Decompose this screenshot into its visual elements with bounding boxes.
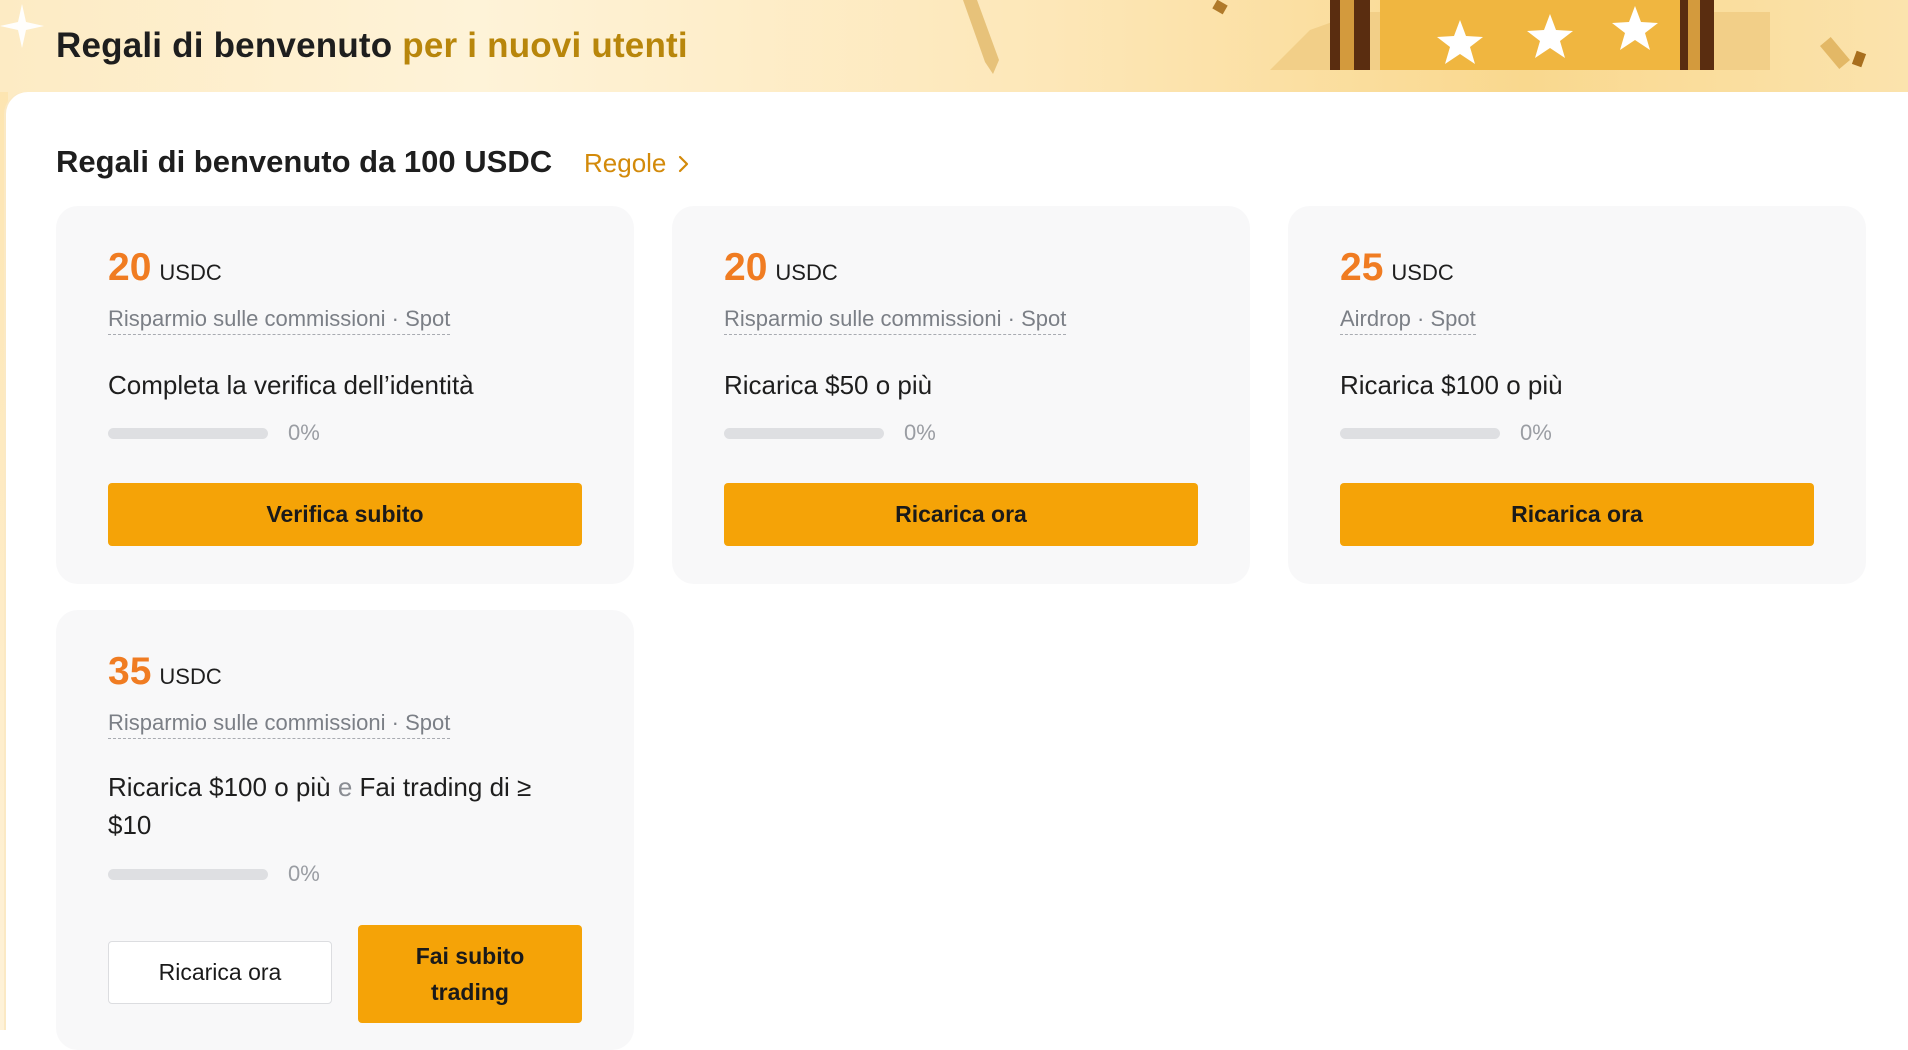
task-progress: 0%: [1340, 420, 1552, 446]
rules-link-label: Regole: [584, 148, 667, 178]
confetti-icon: [1820, 37, 1867, 69]
reward-amount-unit: USDC: [775, 260, 838, 285]
reward-amount-value: 25: [1340, 246, 1384, 289]
reward-amount-unit: USDC: [159, 664, 222, 689]
reward-amount-unit: USDC: [159, 260, 222, 285]
reward-amount-value: 20: [724, 246, 768, 289]
reward-type-tag[interactable]: Risparmio sulle commissioni · Spot: [724, 306, 1067, 335]
task-progress: 0%: [108, 420, 320, 446]
task-description: Ricarica $50 o più: [724, 370, 933, 400]
progress-percent: 0%: [1520, 420, 1552, 445]
deposit-now-button[interactable]: Ricarica ora: [724, 483, 1198, 546]
reward-card-deposit-and-trade: 35 USDC Risparmio sulle commissioni · Sp…: [56, 610, 634, 1050]
reward-card-deposit-50: 20 USDC Risparmio sulle commissioni · Sp…: [672, 206, 1250, 584]
progress-bar: [724, 427, 884, 439]
reward-amount: 25 USDC: [1340, 246, 1454, 290]
task-description: Completa la verifica dell’identità: [108, 370, 474, 400]
progress-percent: 0%: [288, 861, 320, 886]
section-title: Regali di benvenuto da 100 USDC: [56, 144, 553, 179]
task-description: Ricarica $100 o più e Fai trading di ≥ $…: [108, 768, 578, 844]
rules-link[interactable]: Regole: [584, 148, 690, 179]
reward-type-tag[interactable]: Airdrop · Spot: [1340, 306, 1476, 335]
progress-bar: [1340, 427, 1500, 439]
gift-box-icon: [1270, 0, 1770, 70]
reward-amount: 20 USDC: [108, 246, 222, 290]
deposit-now-button[interactable]: Ricarica ora: [108, 941, 332, 1004]
banner-title-main: Regali di benvenuto: [56, 26, 393, 65]
progress-percent: 0%: [904, 420, 936, 445]
chevron-right-icon: [679, 155, 689, 172]
task-description: Ricarica $100 o più: [1340, 370, 1563, 400]
deposit-now-button[interactable]: Ricarica ora: [1340, 483, 1814, 546]
reward-amount: 35 USDC: [108, 650, 222, 694]
reward-type-tag[interactable]: Risparmio sulle commissioni · Spot: [108, 710, 451, 739]
task-progress: 0%: [108, 861, 320, 887]
reward-type-tag[interactable]: Risparmio sulle commissioni · Spot: [108, 306, 451, 335]
reward-amount: 20 USDC: [724, 246, 838, 290]
verify-now-button[interactable]: Verifica subito: [108, 483, 582, 546]
reward-amount-value: 35: [108, 650, 152, 693]
reward-amount-value: 20: [108, 246, 152, 289]
progress-bar: [108, 868, 268, 880]
reward-card-deposit-100: 25 USDC Airdrop · Spot Ricarica $100 o p…: [1288, 206, 1866, 584]
progress-bar: [108, 427, 268, 439]
banner-title: Regali di benvenuto per i nuovi utenti: [56, 26, 688, 66]
trade-now-button[interactable]: Fai subito trading: [358, 925, 582, 1023]
task-part-deposit: Ricarica $100 o più: [108, 772, 331, 802]
task-progress: 0%: [724, 420, 936, 446]
reward-amount-unit: USDC: [1391, 260, 1454, 285]
progress-percent: 0%: [288, 420, 320, 445]
sparkle-icon: [0, 4, 44, 48]
banner-title-highlight: per i nuovi utenti: [402, 26, 688, 65]
reward-card-identity: 20 USDC Risparmio sulle commissioni · Sp…: [56, 206, 634, 584]
confetti-ribbon-icon: [963, 0, 999, 74]
task-conjunction: e: [337, 772, 353, 802]
confetti-icon: [1212, 0, 1228, 15]
